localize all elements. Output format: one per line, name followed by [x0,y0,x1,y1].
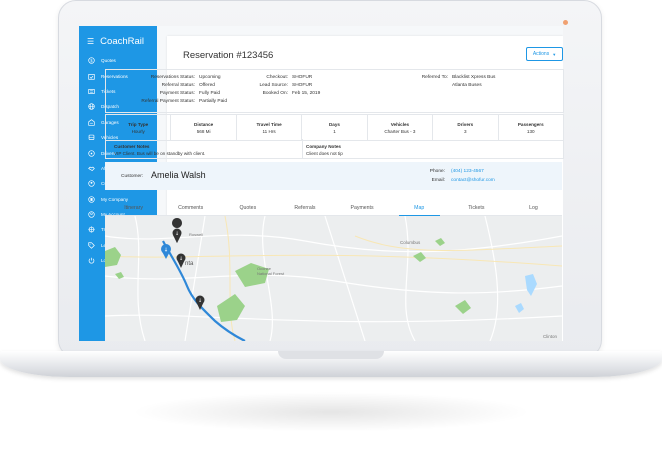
map-label-city: nta [185,261,194,267]
referral-status: Referral Status: Offered [161,83,215,88]
dollar-icon: $ [87,57,95,65]
route-map[interactable]: ↓ ↓ ↓ ↓ nta Roswell Columbus Oconee Nati… [105,216,562,341]
sidebar-item-label: Quotes [101,58,116,64]
app-name: CoachRail [100,35,144,47]
crosshair-icon [87,226,95,234]
webcam-indicator [563,20,568,25]
lead-source: Lead Source: SHOFUR [259,83,313,88]
brand: ☰ CoachRail [87,34,144,48]
reservation-info-panel: Reservations Status: Upcoming Referral St… [105,69,564,113]
svg-text:↓: ↓ [164,247,169,254]
trip-vehicles: Vehicles Charter Bus - 3 [368,115,434,140]
tab-quotes[interactable]: Quotes [219,201,276,215]
notes-panel: Customer Notes VIP Client. Bus will be o… [105,139,564,159]
page-title: Reservation #123456 [183,50,274,61]
trip-passengers: Passengers 130 [517,121,544,134]
svg-text:$: $ [90,58,93,63]
account-icon [87,211,95,219]
calendar-check-icon [87,72,95,80]
svg-text:↓: ↓ [198,298,202,304]
ticket-icon [87,87,95,95]
building-icon [87,195,95,203]
sidebar-item-quotes[interactable]: $ Quotes [79,53,157,68]
trip-drivers: Drivers 3 [433,115,499,140]
svg-text:↓: ↓ [179,256,183,262]
tab-map[interactable]: Map [391,201,448,216]
map-label-clinton: Clinton [543,334,558,339]
trip-summary: Trip Type Hourly Distance 568 Mi Travel Ti… [105,114,564,141]
referral-payment-status: Referral Payment Status: Partially Paid [141,99,227,104]
customer-label: Customer: [121,174,144,179]
referred-to-second: Atlanta Buses [452,83,482,88]
user-circle-icon [87,180,95,188]
tab-log[interactable]: Log [505,201,562,215]
actions-button-label: Actions [532,51,550,57]
map-label-columbus: Columbus [400,240,421,245]
hamburger-menu-icon[interactable]: ☰ [87,37,94,46]
referred-to: Referred To: Blacklist Xpress Bus [421,75,496,80]
tab-payments[interactable]: Payments [334,201,391,215]
caret-down-icon: ▼ [552,51,557,57]
email-label: Email: [431,178,445,183]
garage-icon [87,118,95,126]
laptop-shadow [130,392,532,432]
tab-tickets[interactable]: Tickets [448,201,505,215]
actions-button[interactable]: Actions ▼ [526,47,563,61]
customer-panel: Customer: Amelia Walsh Phone: (404) 123-… [105,162,562,190]
power-icon [87,257,95,265]
map-label-forest: National Forest [257,271,285,276]
globe-icon [87,103,95,111]
trip-type: Trip Type Hourly [106,115,172,140]
bus-icon [87,134,95,142]
company-notes: Company Notes Client does not tip [306,144,343,156]
customer-notes: Customer Notes VIP Client. Bus will be o… [114,144,206,156]
trip-travel-time: Travel Time 11 Hrs [237,115,303,140]
notes-divider [302,139,303,158]
tab-itinerary[interactable]: Itinerary [105,201,162,215]
reservation-tabs: Itinerary Comments Quotes Referrals Paym… [105,201,562,216]
tag-icon [87,241,95,249]
tab-comments[interactable]: Comments [162,201,219,215]
map-label-roswell: Roswell [189,232,203,237]
checkout: Checkout: SHOFUR [266,75,313,80]
payment-status: Payment Status: Fully Paid [159,91,221,96]
map-canvas: ↓ ↓ ↓ ↓ nta Roswell Columbus Oconee Nati… [105,216,562,341]
tab-referrals[interactable]: Referrals [276,201,333,215]
customer-name: Amelia Walsh [151,170,206,180]
phone-label: Phone: [429,169,445,174]
trip-days: Days 1 [302,115,368,140]
customer-phone[interactable]: (404) 123-4567 [451,169,484,174]
customer-email[interactable]: contact@shofur.com [451,178,495,183]
laptop-notch [278,351,384,359]
trip-distance: Distance 568 Mi [171,115,237,140]
booked-on: Booked On: Feb 15, 2019 [262,91,321,96]
svg-text:↓: ↓ [175,231,179,237]
steering-wheel-icon [87,149,95,157]
reservation-status: Reservations Status: Upcoming [150,75,221,80]
handshake-icon [87,164,95,172]
